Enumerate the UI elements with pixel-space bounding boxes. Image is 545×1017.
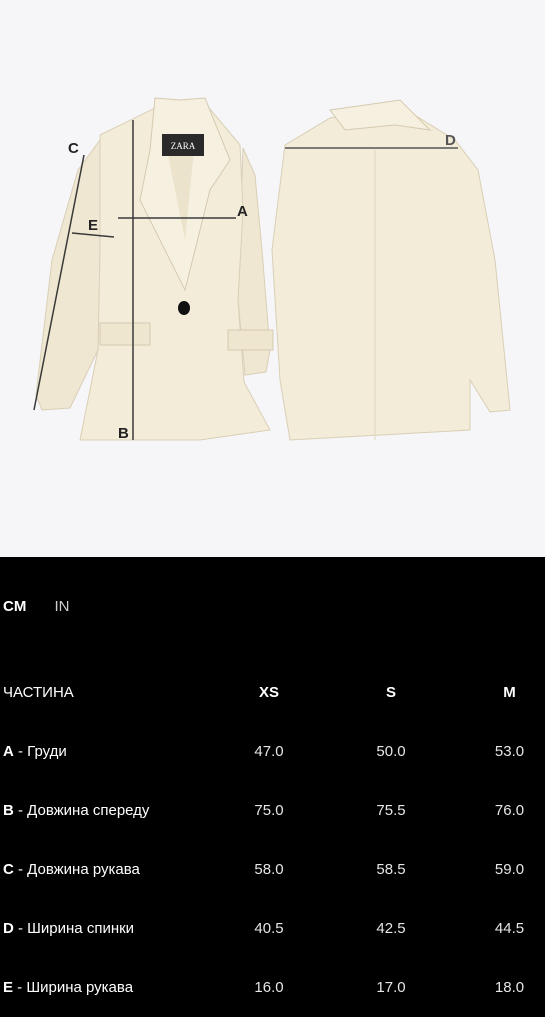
value-xs: 40.5 bbox=[254, 920, 284, 937]
header-size-s: S bbox=[385, 684, 396, 701]
part-name: - Довжина рукава bbox=[13, 861, 140, 878]
tab-cm[interactable]: CM bbox=[3, 598, 26, 615]
part-name: - Ширина спинки bbox=[13, 920, 135, 937]
marker-c: C bbox=[68, 140, 79, 157]
value-xs: 58.0 bbox=[254, 861, 284, 878]
value-m: 44.5 bbox=[494, 920, 525, 937]
table-row: C - Довжина рукава 58.0 58.5 59.0 bbox=[0, 840, 545, 899]
table-row: E - Ширина рукава 16.0 17.0 18.0 bbox=[0, 958, 545, 1017]
value-xs: 47.0 bbox=[254, 743, 284, 760]
marker-b: B bbox=[118, 425, 129, 442]
marker-d: D bbox=[445, 132, 456, 149]
value-xs: 75.0 bbox=[254, 802, 284, 819]
part-name: - Груди bbox=[13, 743, 67, 760]
part-letter: D bbox=[3, 920, 14, 937]
part-name: - Ширина рукава bbox=[13, 979, 134, 996]
value-m: 53.0 bbox=[494, 743, 525, 760]
unit-switcher: CM IN bbox=[3, 598, 70, 615]
part-cell: C - Довжина рукава bbox=[0, 840, 230, 899]
part-cell: B - Довжина спереду bbox=[0, 781, 230, 840]
marker-e: E bbox=[88, 217, 98, 234]
table-row: A - Груди 47.0 50.0 53.0 bbox=[0, 722, 545, 781]
header-size-xs: XS bbox=[258, 684, 279, 701]
value-m: 76.0 bbox=[494, 802, 525, 819]
header-size-m: M bbox=[503, 684, 516, 701]
value-s: 58.5 bbox=[376, 861, 406, 878]
blazer-diagram: ZARA A B C D E bbox=[33, 97, 511, 442]
value-m: 59.0 bbox=[494, 861, 525, 878]
tab-in[interactable]: IN bbox=[55, 598, 70, 615]
part-letter: C bbox=[3, 861, 14, 878]
part-cell: A - Груди bbox=[0, 722, 230, 781]
value-s: 75.5 bbox=[376, 802, 406, 819]
part-cell: E - Ширина рукава bbox=[0, 958, 230, 1017]
part-letter: A bbox=[3, 743, 14, 760]
marker-a: A bbox=[237, 203, 248, 220]
part-letter: B bbox=[3, 802, 14, 819]
table-row: D - Ширина спинки 40.5 42.5 44.5 bbox=[0, 899, 545, 958]
product-measurement-image: ZARA A B C D E bbox=[0, 0, 545, 557]
table-row: B - Довжина спереду 75.0 75.5 76.0 bbox=[0, 781, 545, 840]
value-xs: 16.0 bbox=[254, 979, 284, 996]
value-s: 17.0 bbox=[376, 979, 406, 996]
value-s: 42.5 bbox=[376, 920, 406, 937]
part-name: - Довжина спереду bbox=[13, 802, 150, 819]
size-table: ЧАСТИНА XS S M A - Груди 47.0 50.0 53.0 … bbox=[0, 663, 545, 1017]
part-letter: E bbox=[3, 979, 14, 996]
part-cell: D - Ширина спинки bbox=[0, 899, 230, 958]
blazer-back bbox=[271, 99, 511, 441]
table-header-row: ЧАСТИНА XS S M bbox=[0, 663, 545, 722]
header-part: ЧАСТИНА bbox=[3, 684, 74, 701]
value-s: 50.0 bbox=[376, 743, 406, 760]
brand-label: ZARA bbox=[171, 141, 196, 151]
value-m: 18.0 bbox=[494, 979, 525, 996]
